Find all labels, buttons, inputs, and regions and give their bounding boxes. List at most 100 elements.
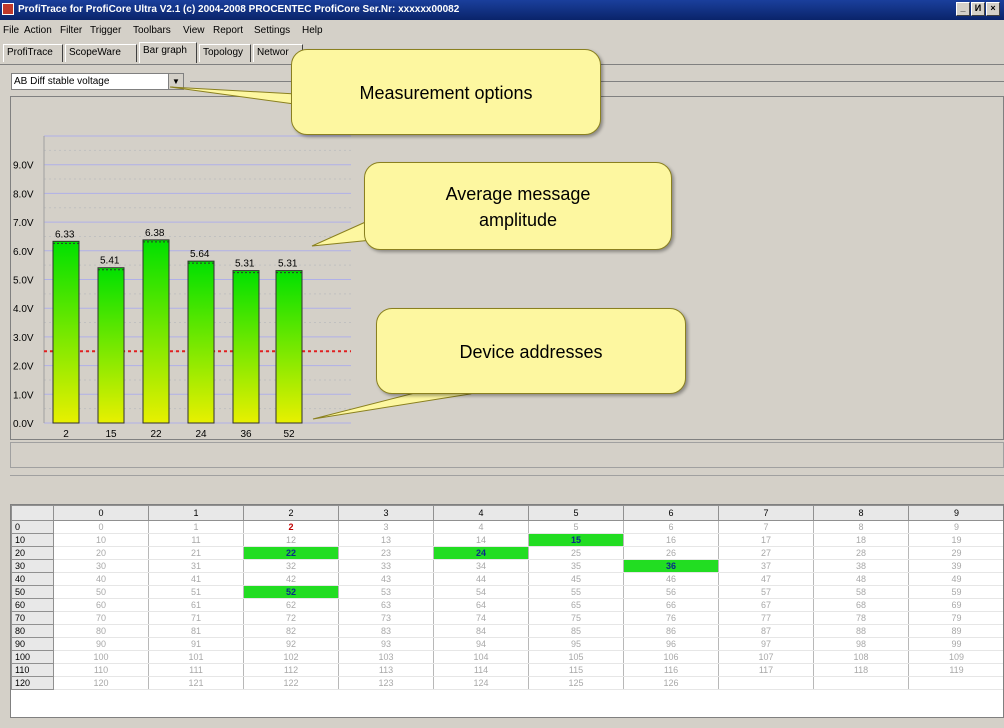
- address-cell[interactable]: 123: [338, 676, 434, 690]
- tab-topology[interactable]: Topology: [199, 44, 251, 62]
- menu-file[interactable]: File: [3, 25, 19, 36]
- address-cell[interactable]: 59: [908, 585, 1003, 599]
- address-cell[interactable]: 30: [53, 559, 149, 573]
- address-cell[interactable]: 53: [338, 585, 434, 599]
- address-cell[interactable]: 50: [53, 585, 149, 599]
- address-cell[interactable]: 23: [338, 546, 434, 560]
- address-cell[interactable]: [718, 676, 814, 690]
- address-cell[interactable]: 74: [433, 611, 529, 625]
- address-cell[interactable]: 16: [623, 533, 719, 547]
- address-cell[interactable]: 120: [53, 676, 149, 690]
- address-cell[interactable]: 125: [528, 676, 624, 690]
- address-cell[interactable]: 106: [623, 650, 719, 664]
- address-cell[interactable]: 87: [718, 624, 814, 638]
- address-cell[interactable]: 107: [718, 650, 814, 664]
- address-cell[interactable]: 83: [338, 624, 434, 638]
- menu-report[interactable]: Report: [213, 25, 243, 36]
- address-cell[interactable]: 93: [338, 637, 434, 651]
- address-cell[interactable]: 90: [53, 637, 149, 651]
- address-cell[interactable]: 92: [243, 637, 339, 651]
- address-cell[interactable]: 99: [908, 637, 1003, 651]
- address-cell[interactable]: 117: [718, 663, 814, 677]
- address-cell[interactable]: 38: [813, 559, 909, 573]
- address-cell[interactable]: 20: [53, 546, 149, 560]
- active-address-cell[interactable]: 52: [243, 585, 339, 599]
- address-cell[interactable]: 47: [718, 572, 814, 586]
- menu-settings[interactable]: Settings: [254, 25, 290, 36]
- address-cell[interactable]: 114: [433, 663, 529, 677]
- active-address-cell[interactable]: 24: [433, 546, 529, 560]
- address-cell[interactable]: 11: [148, 533, 244, 547]
- address-cell[interactable]: 35: [528, 559, 624, 573]
- measurement-select[interactable]: AB Diff stable voltage ▼: [11, 73, 184, 90]
- address-cell[interactable]: 105: [528, 650, 624, 664]
- address-cell[interactable]: 124: [433, 676, 529, 690]
- address-cell[interactable]: 116: [623, 663, 719, 677]
- menu-trigger[interactable]: Trigger: [90, 25, 121, 36]
- address-cell[interactable]: 60: [53, 598, 149, 612]
- address-cell[interactable]: 72: [243, 611, 339, 625]
- address-cell[interactable]: 25: [528, 546, 624, 560]
- menu-toolbars[interactable]: Toolbars: [133, 25, 171, 36]
- address-cell[interactable]: 41: [148, 572, 244, 586]
- address-cell[interactable]: 45: [528, 572, 624, 586]
- address-cell[interactable]: 56: [623, 585, 719, 599]
- address-cell[interactable]: 79: [908, 611, 1003, 625]
- address-cell[interactable]: 63: [338, 598, 434, 612]
- minimize-button[interactable]: _: [956, 2, 970, 16]
- address-cell[interactable]: 2: [243, 520, 339, 534]
- address-cell[interactable]: 126: [623, 676, 719, 690]
- address-cell[interactable]: 104: [433, 650, 529, 664]
- address-cell[interactable]: 102: [243, 650, 339, 664]
- address-cell[interactable]: 13: [338, 533, 434, 547]
- tab-bar-graph[interactable]: Bar graph: [139, 42, 197, 63]
- address-cell[interactable]: [908, 676, 1003, 690]
- address-cell[interactable]: 112: [243, 663, 339, 677]
- address-cell[interactable]: 34: [433, 559, 529, 573]
- address-cell[interactable]: 58: [813, 585, 909, 599]
- address-cell[interactable]: 67: [718, 598, 814, 612]
- address-cell[interactable]: 1: [148, 520, 244, 534]
- address-cell[interactable]: 86: [623, 624, 719, 638]
- address-cell[interactable]: 97: [718, 637, 814, 651]
- address-cell[interactable]: 69: [908, 598, 1003, 612]
- address-cell[interactable]: 82: [243, 624, 339, 638]
- address-cell[interactable]: 40: [53, 572, 149, 586]
- address-cell[interactable]: 17: [718, 533, 814, 547]
- address-cell[interactable]: 14: [433, 533, 529, 547]
- address-cell[interactable]: 28: [813, 546, 909, 560]
- address-cell[interactable]: 113: [338, 663, 434, 677]
- address-cell[interactable]: 57: [718, 585, 814, 599]
- address-cell[interactable]: 49: [908, 572, 1003, 586]
- address-cell[interactable]: 6: [623, 520, 719, 534]
- address-cell[interactable]: 108: [813, 650, 909, 664]
- address-cell[interactable]: 111: [148, 663, 244, 677]
- address-cell[interactable]: 27: [718, 546, 814, 560]
- address-cell[interactable]: 100: [53, 650, 149, 664]
- tab-profitrace[interactable]: ProfiTrace: [3, 44, 63, 62]
- address-cell[interactable]: 71: [148, 611, 244, 625]
- address-cell[interactable]: 84: [433, 624, 529, 638]
- restore-button[interactable]: И: [971, 2, 985, 16]
- chevron-down-icon[interactable]: ▼: [168, 74, 183, 89]
- address-cell[interactable]: 0: [53, 520, 149, 534]
- address-cell[interactable]: 98: [813, 637, 909, 651]
- menu-help[interactable]: Help: [302, 25, 323, 36]
- address-cell[interactable]: 118: [813, 663, 909, 677]
- address-cell[interactable]: 94: [433, 637, 529, 651]
- address-cell[interactable]: 19: [908, 533, 1003, 547]
- address-cell[interactable]: 121: [148, 676, 244, 690]
- address-cell[interactable]: 31: [148, 559, 244, 573]
- address-cell[interactable]: 54: [433, 585, 529, 599]
- address-cell[interactable]: 44: [433, 572, 529, 586]
- address-cell[interactable]: 3: [338, 520, 434, 534]
- address-cell[interactable]: 18: [813, 533, 909, 547]
- active-address-cell[interactable]: 22: [243, 546, 339, 560]
- address-cell[interactable]: 109: [908, 650, 1003, 664]
- address-cell[interactable]: 76: [623, 611, 719, 625]
- address-cell[interactable]: 10: [53, 533, 149, 547]
- address-cell[interactable]: 42: [243, 572, 339, 586]
- address-cell[interactable]: 122: [243, 676, 339, 690]
- address-cell[interactable]: 33: [338, 559, 434, 573]
- address-cell[interactable]: 8: [813, 520, 909, 534]
